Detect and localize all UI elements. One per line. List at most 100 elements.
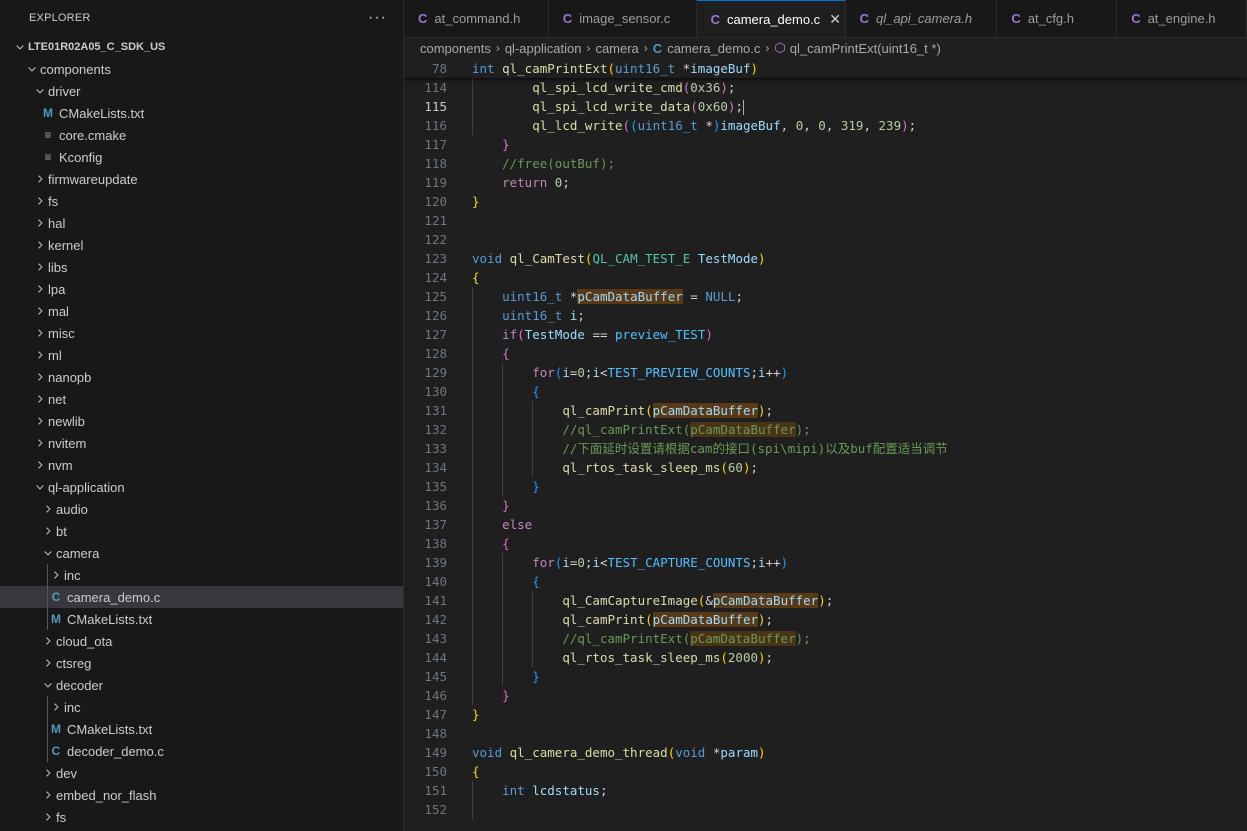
chevron-right-icon[interactable] bbox=[48, 569, 64, 581]
code-line: 150 { bbox=[404, 762, 1247, 781]
code-token: ql_lcd_write bbox=[532, 118, 623, 133]
tree-item[interactable]: bt bbox=[0, 520, 403, 542]
tree-item[interactable]: nanopb bbox=[0, 366, 403, 388]
tree-item[interactable]: mal bbox=[0, 300, 403, 322]
tab-image-sensor-c[interactable]: Cimage_sensor.c bbox=[549, 0, 697, 37]
code-editor[interactable]: 78 int ql_camPrintExt(uint16_t *imageBuf)… bbox=[404, 59, 1247, 831]
tree-item[interactable]: fs bbox=[0, 806, 403, 828]
breadcrumb-item[interactable]: ql-application bbox=[505, 41, 582, 56]
chevron-right-icon[interactable] bbox=[32, 327, 48, 339]
tree-item[interactable]: net bbox=[0, 388, 403, 410]
tree-item[interactable]: newlib bbox=[0, 410, 403, 432]
indent-guide bbox=[47, 718, 48, 740]
code-token: ) bbox=[758, 650, 766, 665]
tree-item[interactable]: ml bbox=[0, 344, 403, 366]
tab-at-engine-h[interactable]: Cat_engine.h bbox=[1117, 0, 1247, 37]
tree-item[interactable]: lpa bbox=[0, 278, 403, 300]
line-number: 132 bbox=[424, 422, 447, 437]
code-text: } bbox=[472, 135, 510, 154]
chevron-right-icon[interactable] bbox=[32, 437, 48, 449]
tree-item[interactable]: M CMakeLists.txt bbox=[0, 608, 403, 630]
chevron-down-icon[interactable] bbox=[32, 85, 48, 97]
c-file-icon: C bbox=[51, 590, 61, 604]
line-number: 130 bbox=[424, 384, 447, 399]
chevron-right-icon[interactable] bbox=[32, 393, 48, 405]
chevron-right-icon[interactable] bbox=[48, 701, 64, 713]
chevron-right-icon[interactable] bbox=[32, 415, 48, 427]
tree-item[interactable]: embed_nor_flash bbox=[0, 784, 403, 806]
tree-item[interactable]: ≡ core.cmake bbox=[0, 124, 403, 146]
tree-item[interactable]: ctsreg bbox=[0, 652, 403, 674]
tree-item[interactable]: firmwareupdate bbox=[0, 168, 403, 190]
code-token: i bbox=[758, 555, 766, 570]
chevron-right-icon[interactable] bbox=[32, 217, 48, 229]
chevron-right-icon[interactable] bbox=[40, 525, 56, 537]
code-token: int bbox=[472, 61, 495, 76]
tree-item[interactable]: inc bbox=[0, 696, 403, 718]
tree-item[interactable]: nvm bbox=[0, 454, 403, 476]
text-cursor bbox=[742, 100, 744, 115]
chevron-right-icon[interactable] bbox=[32, 173, 48, 185]
close-icon[interactable]: ✕ bbox=[829, 11, 841, 28]
tree-item[interactable]: libs bbox=[0, 256, 403, 278]
tree-item[interactable]: driver bbox=[0, 80, 403, 102]
tree-item[interactable]: misc bbox=[0, 322, 403, 344]
code-token: 0x36 bbox=[690, 80, 721, 95]
chevron-right-icon[interactable] bbox=[40, 789, 56, 801]
tree-item-label: fs bbox=[56, 809, 67, 825]
chevron-right-icon[interactable] bbox=[40, 657, 56, 669]
tree-item[interactable]: ≡ Kconfig bbox=[0, 146, 403, 168]
code-token: } bbox=[472, 707, 480, 722]
tree-item[interactable]: ql-application bbox=[0, 476, 403, 498]
tree-item[interactable]: kernel bbox=[0, 234, 403, 256]
breadcrumb-file[interactable]: camera_demo.c bbox=[667, 41, 760, 56]
tree-item[interactable]: components bbox=[0, 58, 403, 80]
tree-item[interactable]: camera bbox=[0, 542, 403, 564]
tab-ql-api-camera-h[interactable]: Cql_api_camera.h bbox=[846, 0, 998, 37]
tab-label: ql_api_camera.h bbox=[875, 11, 973, 26]
chevron-down-icon[interactable] bbox=[32, 481, 48, 493]
tree-item[interactable]: fs bbox=[0, 190, 403, 212]
chevron-right-icon[interactable] bbox=[32, 239, 48, 251]
tree-item[interactable]: decoder bbox=[0, 674, 403, 696]
chevron-right-icon[interactable] bbox=[40, 767, 56, 779]
tree-item[interactable]: inc bbox=[0, 564, 403, 586]
tree-item[interactable]: cloud_ota bbox=[0, 630, 403, 652]
breadcrumb-symbol[interactable]: ql_camPrintExt(uint16_t *) bbox=[790, 41, 941, 56]
chevron-right-icon[interactable] bbox=[40, 503, 56, 515]
chevron-down-icon[interactable] bbox=[40, 679, 56, 691]
tree-item[interactable]: nvitem bbox=[0, 432, 403, 454]
code-line: 128 { bbox=[404, 344, 1247, 363]
tree-item[interactable]: LTE01R02A05_C_SDK_US bbox=[0, 36, 403, 58]
more-actions-icon[interactable]: ··· bbox=[368, 9, 387, 27]
chevron-down-icon[interactable] bbox=[40, 547, 56, 559]
chevron-right-icon[interactable] bbox=[32, 195, 48, 207]
chevron-right-icon[interactable] bbox=[32, 371, 48, 383]
tab-at-command-h[interactable]: Cat_command.h bbox=[404, 0, 549, 37]
tree-item[interactable]: Ccamera_demo.c bbox=[0, 586, 403, 608]
breadcrumb-item[interactable]: camera bbox=[595, 41, 638, 56]
chevron-right-icon[interactable] bbox=[32, 283, 48, 295]
tree-item[interactable]: Cdecoder_demo.c bbox=[0, 740, 403, 762]
tab-camera-demo-c[interactable]: Ccamera_demo.c ✕ bbox=[696, 0, 846, 37]
chevron-right-icon[interactable] bbox=[32, 349, 48, 361]
chevron-right-icon[interactable] bbox=[40, 811, 56, 823]
tree-item[interactable]: M CMakeLists.txt bbox=[0, 102, 403, 124]
tree-item[interactable]: dev bbox=[0, 762, 403, 784]
c-file-icon: C bbox=[562, 11, 573, 26]
breadcrumb-item[interactable]: components bbox=[420, 41, 491, 56]
chevron-right-icon[interactable] bbox=[40, 635, 56, 647]
chevron-right-icon[interactable] bbox=[32, 305, 48, 317]
chevron-down-icon[interactable] bbox=[12, 41, 28, 53]
code-token: { bbox=[502, 536, 510, 551]
code-text: ql_camPrint(pCamDataBuffer); bbox=[472, 401, 773, 420]
chevron-down-icon[interactable] bbox=[24, 63, 40, 75]
tree-item[interactable]: M CMakeLists.txt bbox=[0, 718, 403, 740]
tree-item[interactable]: hal bbox=[0, 212, 403, 234]
chevron-right-icon[interactable] bbox=[32, 459, 48, 471]
tab-at-cfg-h[interactable]: Cat_cfg.h bbox=[997, 0, 1118, 37]
chevron-right-icon[interactable] bbox=[32, 261, 48, 273]
tree-item[interactable]: audio bbox=[0, 498, 403, 520]
